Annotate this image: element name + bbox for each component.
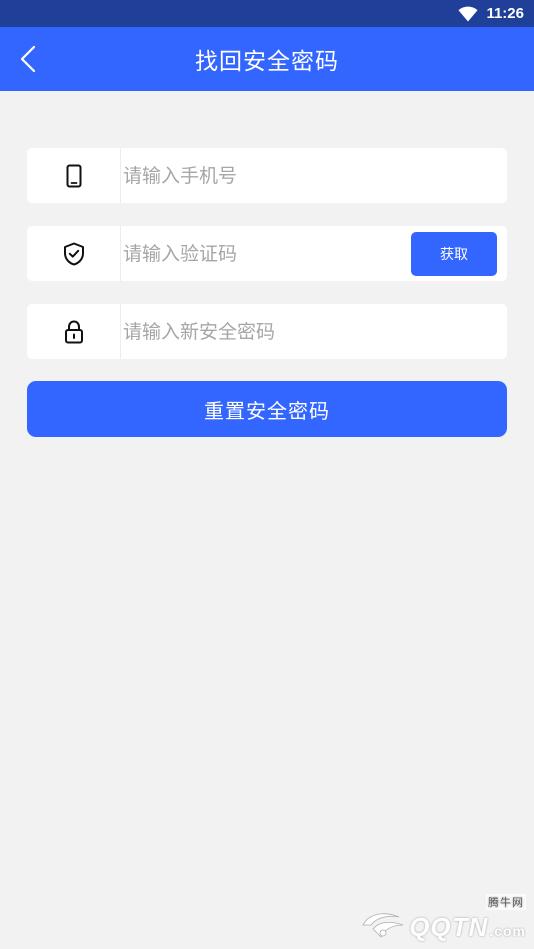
reset-password-button[interactable]: 重置安全密码 <box>27 381 507 437</box>
code-row: 获取 <box>27 226 507 281</box>
watermark-domain: .com <box>489 923 526 939</box>
phone-icon-cell <box>27 148 121 203</box>
watermark-cn-name: 腾牛网 <box>486 894 526 910</box>
lock-icon <box>64 319 83 343</box>
app-bar: 找回安全密码 <box>0 27 534 91</box>
smartphone-icon <box>66 164 81 187</box>
watermark-brand-text: QQTN <box>409 912 489 942</box>
new-password-input[interactable] <box>121 304 507 359</box>
page-title: 找回安全密码 <box>195 49 339 75</box>
code-input[interactable] <box>121 226 411 281</box>
shield-check-icon <box>63 242 84 265</box>
get-code-button[interactable]: 获取 <box>411 231 497 276</box>
watermark: 腾牛网 QQTN.com <box>359 894 526 943</box>
password-row <box>27 304 507 359</box>
status-time: 11:26 <box>486 5 524 22</box>
status-bar: 11:26 <box>0 0 534 27</box>
watermark-logo-icon <box>362 913 404 938</box>
wifi-icon <box>458 6 478 21</box>
phone-row <box>27 148 507 203</box>
watermark-brand: 腾牛网 QQTN.com <box>409 894 526 943</box>
phone-input[interactable] <box>121 148 507 203</box>
password-icon-cell <box>27 304 121 359</box>
code-icon-cell <box>27 226 121 281</box>
